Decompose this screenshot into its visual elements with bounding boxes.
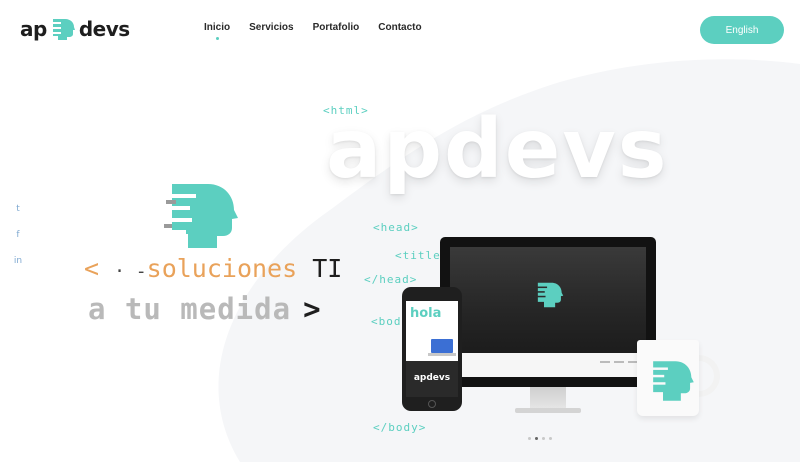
- nav-item-portafolio[interactable]: Portafolio: [313, 22, 360, 33]
- monitor-screen: [450, 247, 646, 377]
- code-tag-head: <head>: [373, 221, 419, 234]
- phone-screen: hola apdevs: [406, 301, 458, 397]
- main-nav: Inicio Servicios Portafolio Contacto: [204, 22, 422, 40]
- logo[interactable]: ap devs: [20, 14, 130, 44]
- monitor-footer-line: [600, 361, 610, 363]
- nav-item-servicios[interactable]: Servicios: [249, 22, 293, 33]
- code-tag-body-close: </body>: [373, 421, 427, 434]
- mug-mockup: [637, 340, 699, 416]
- tagline-open-bracket: <: [84, 254, 100, 283]
- logo-head-icon: [49, 19, 75, 40]
- tagline-line-1: < · -soluciones TI: [84, 254, 342, 283]
- carousel-dot-active[interactable]: [535, 437, 538, 440]
- monitor-screen-footer: [450, 353, 646, 377]
- tagline-dots: · -: [114, 261, 147, 282]
- tagline-soluciones: soluciones: [146, 254, 298, 283]
- nav-item-inicio[interactable]: Inicio: [204, 22, 230, 40]
- mug-head-icon: [647, 361, 694, 401]
- facebook-icon[interactable]: f: [13, 230, 23, 240]
- hero-brand-word: apdevs: [326, 102, 669, 197]
- tagline-a-tu-medida: a tu medida: [88, 292, 292, 326]
- monitor-stand: [530, 387, 566, 409]
- twitter-icon[interactable]: t: [13, 204, 23, 214]
- tagline-line-2: a tu medida >: [88, 292, 322, 326]
- code-tag-title: <title: [395, 249, 441, 262]
- phone-greeting: hola: [410, 306, 442, 321]
- phone-brand-text: apdevs: [413, 373, 451, 383]
- logo-text-right: devs: [78, 17, 130, 41]
- carousel-pagination: [528, 437, 552, 440]
- tagline-ti: TI: [312, 254, 343, 283]
- carousel-dot[interactable]: [542, 437, 545, 440]
- monitor-head-icon: [534, 282, 564, 308]
- code-tag-html: <html>: [323, 104, 369, 117]
- nav-item-contacto[interactable]: Contacto: [378, 22, 421, 33]
- header: ap devs Inicio Servicios Portafolio Cont…: [0, 0, 800, 60]
- carousel-dot[interactable]: [549, 437, 552, 440]
- phone-mockup: hola apdevs: [402, 287, 462, 411]
- language-button[interactable]: English: [700, 16, 784, 44]
- phone-home-button: [428, 400, 436, 408]
- monitor-base: [515, 408, 581, 413]
- code-tag-body: <bod: [371, 315, 402, 328]
- social-links: t f in: [13, 204, 23, 266]
- linkedin-icon[interactable]: in: [13, 256, 23, 266]
- monitor-mockup: [440, 237, 656, 387]
- code-tag-head-close: </head>: [364, 273, 418, 286]
- logo-text-left: ap: [20, 17, 47, 41]
- tagline-close-bracket: >: [303, 292, 322, 326]
- head-logo-icon: [162, 184, 238, 248]
- laptop-icon: [428, 339, 456, 356]
- carousel-dot[interactable]: [528, 437, 531, 440]
- monitor-footer-line: [614, 361, 624, 363]
